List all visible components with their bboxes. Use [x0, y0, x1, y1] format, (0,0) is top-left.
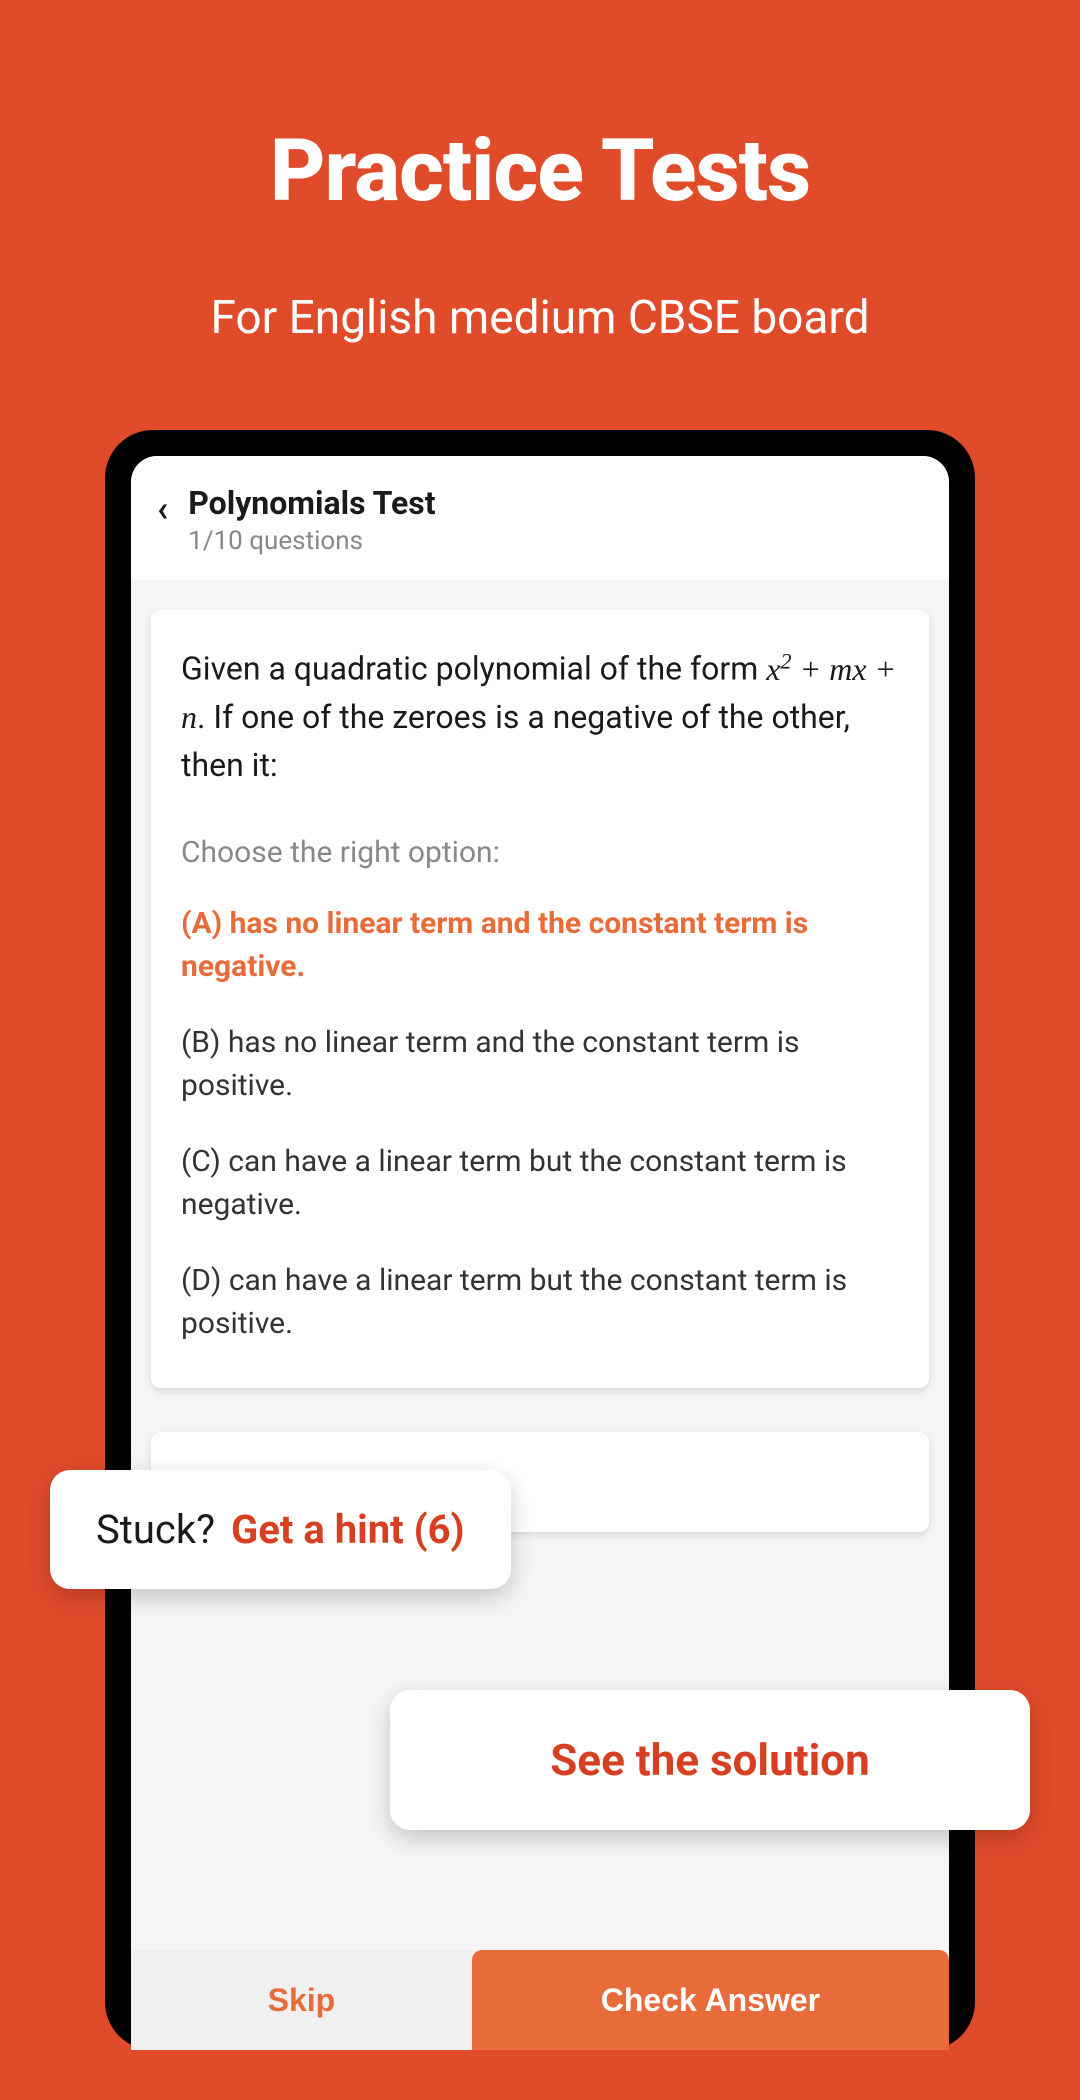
header-text: Polynomials Test 1/10 questions [188, 484, 435, 556]
hint-link: Get a hint (6) [231, 1506, 465, 1553]
check-answer-button[interactable]: Check Answer [472, 1950, 949, 2050]
hero-subtitle: For English medium CBSE board [0, 291, 1080, 345]
question-prefix: Given a quadratic polynomial of the form [181, 650, 766, 688]
choose-prompt: Choose the right option: [181, 835, 899, 870]
back-icon[interactable]: ‹ [157, 488, 168, 530]
hint-prefix: Stuck? [96, 1506, 215, 1553]
solution-callout[interactable]: See the solution [390, 1690, 1030, 1830]
question-text: Given a quadratic polynomial of the form… [181, 644, 899, 789]
option-d[interactable]: (D) can have a linear term but the const… [181, 1259, 899, 1346]
test-title: Polynomials Test [188, 484, 435, 522]
hint-callout[interactable]: Stuck? Get a hint (6) [50, 1470, 511, 1589]
bottom-bar: Skip Check Answer [131, 1950, 949, 2050]
hero-title: Practice Tests [0, 0, 1080, 221]
question-card: Given a quadratic polynomial of the form… [151, 610, 929, 1388]
option-b[interactable]: (B) has no linear term and the constant … [181, 1021, 899, 1108]
option-c[interactable]: (C) can have a linear term but the const… [181, 1140, 899, 1227]
question-suffix: . If one of the zeroes is a negative of … [181, 698, 850, 784]
app-header: ‹ Polynomials Test 1/10 questions [131, 456, 949, 580]
question-progress: 1/10 questions [188, 526, 435, 556]
option-a[interactable]: (A) has no linear term and the constant … [181, 902, 899, 989]
skip-button[interactable]: Skip [131, 1950, 472, 2050]
solution-text: See the solution [550, 1734, 870, 1786]
